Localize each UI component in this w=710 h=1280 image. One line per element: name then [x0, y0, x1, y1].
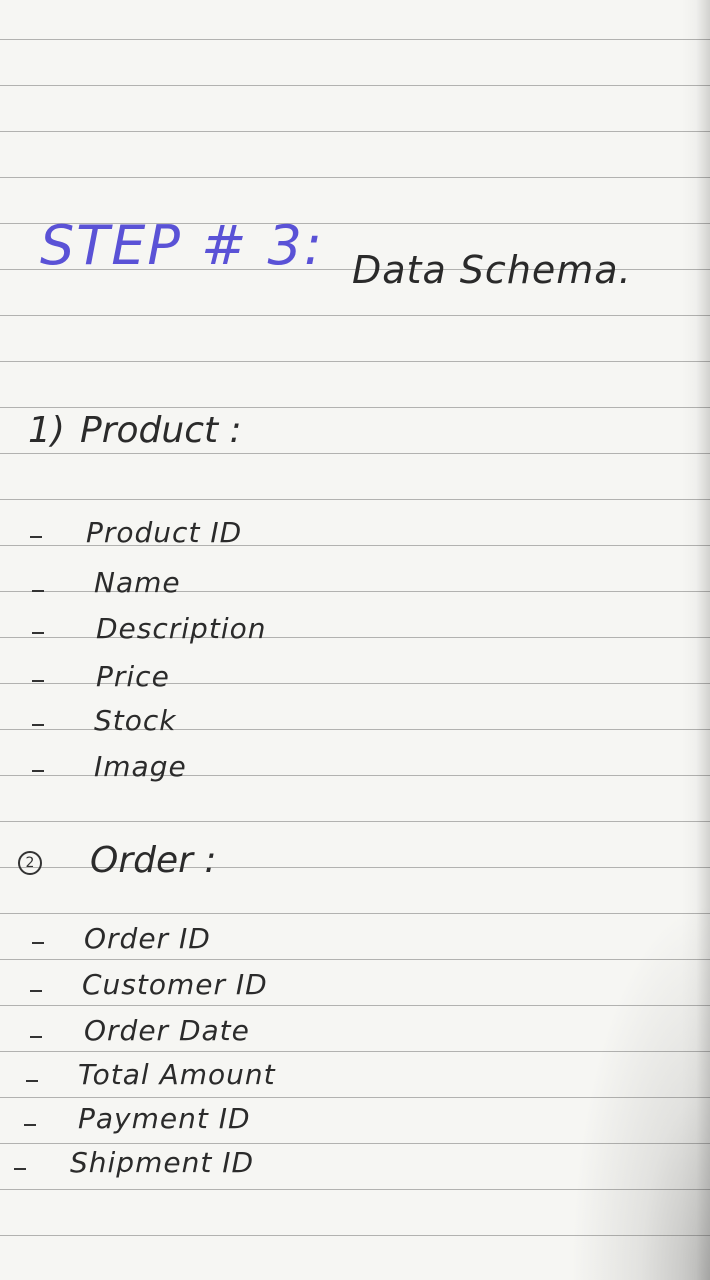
bullet-dash: [32, 590, 44, 592]
bullet-dash: [32, 680, 44, 682]
bullet-dash: [32, 942, 44, 944]
list-item: Payment ID: [78, 1102, 251, 1135]
list-item: Customer ID: [82, 968, 268, 1001]
list-item: Total Amount: [78, 1058, 276, 1091]
scan-noise: [570, 900, 710, 1280]
list-item: Name: [94, 566, 181, 599]
step-title: STEP # 3:: [40, 214, 325, 277]
bullet-dash: [30, 990, 42, 992]
bullet-dash: [32, 632, 44, 634]
bullet-dash: [30, 1036, 42, 1038]
list-item: Shipment ID: [70, 1146, 255, 1179]
section-number-2: 2: [18, 851, 42, 875]
section-heading-product: Product :: [80, 410, 242, 451]
bullet-dash: [32, 724, 44, 726]
list-item: Price: [96, 660, 170, 693]
bullet-dash: [26, 1080, 38, 1082]
list-item: Order ID: [84, 922, 211, 955]
list-item: Image: [94, 750, 187, 783]
list-item: Order Date: [84, 1014, 250, 1047]
bullet-dash: [24, 1124, 36, 1126]
bullet-dash: [30, 536, 42, 538]
list-item: Product ID: [86, 516, 243, 549]
list-item: Description: [96, 612, 267, 645]
list-item: Stock: [94, 704, 177, 737]
bullet-dash: [32, 770, 44, 772]
section-number-1: 1): [28, 410, 65, 451]
step-subject: Data Schema.: [352, 248, 632, 292]
section-heading-order: Order :: [90, 840, 217, 881]
bullet-dash: [14, 1168, 26, 1170]
